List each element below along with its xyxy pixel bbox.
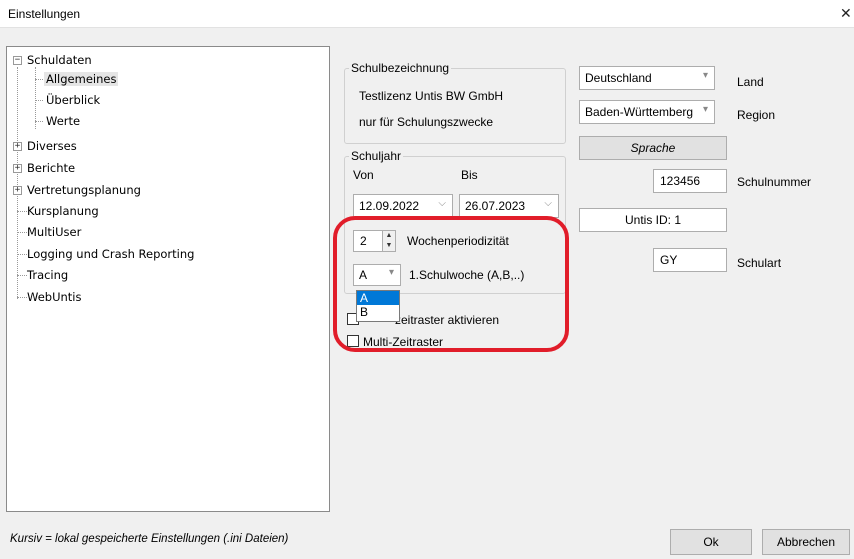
collapse-icon[interactable]: −: [13, 56, 22, 65]
tree-item-webuntis[interactable]: WebUntis: [27, 290, 81, 304]
tree-item-diverses[interactable]: Diverses: [27, 139, 77, 153]
tree-item-allgemeines[interactable]: Allgemeines: [44, 72, 119, 86]
tree-item-werte[interactable]: Werte: [46, 114, 80, 128]
land-value: Deutschland: [585, 71, 652, 85]
land-label: Land: [737, 75, 764, 89]
tree-line: [35, 67, 36, 129]
school-name-line2: nur für Schulungszwecke: [359, 115, 494, 129]
schuljahr-legend: Schuljahr: [349, 149, 404, 163]
expand-icon[interactable]: +: [13, 186, 22, 195]
status-bar: Kursiv = lokal gespeicherte Einstellunge…: [0, 527, 854, 559]
von-value: 12.09.2022: [359, 199, 420, 213]
expand-icon[interactable]: +: [13, 142, 22, 151]
sprache-button[interactable]: Sprache: [579, 136, 727, 160]
tree-line: [17, 67, 18, 299]
bis-label: Bis: [461, 168, 478, 182]
chevron-down-icon: ⌵: [438, 198, 446, 209]
untis-id-button[interactable]: Untis ID: 1: [579, 208, 727, 232]
schulbezeichnung-group: [344, 68, 566, 144]
schulart-field[interactable]: GY: [653, 248, 727, 272]
cancel-button[interactable]: Abbrechen: [762, 529, 850, 555]
highlight-annotation: [333, 216, 569, 352]
tree-item-kursplanung[interactable]: Kursplanung: [27, 204, 99, 218]
tree-line: [35, 121, 43, 122]
close-icon[interactable]: ✕: [840, 5, 852, 22]
settings-tree[interactable]: − Schuldaten Allgemeines Überblick Werte…: [6, 46, 330, 512]
tree-item-logging[interactable]: Logging und Crash Reporting: [27, 247, 194, 261]
region-value: Baden-Württemberg: [585, 105, 694, 119]
school-name-line1: Testlizenz Untis BW GmbH: [359, 89, 504, 103]
status-text: Kursiv = lokal gespeicherte Einstellunge…: [10, 533, 289, 545]
settings-panel: Schulbezeichnung Testlizenz Untis BW Gmb…: [333, 46, 854, 512]
tree-line: [17, 232, 27, 233]
land-combobox[interactable]: Deutschland ▾: [579, 66, 715, 90]
expand-icon[interactable]: +: [13, 164, 22, 173]
schulnummer-field[interactable]: 123456: [653, 169, 727, 193]
window-title: Einstellungen: [8, 7, 81, 21]
von-label: Von: [353, 168, 374, 182]
tree-item-vertretungsplanung[interactable]: Vertretungsplanung: [27, 183, 141, 197]
bis-value: 26.07.2023: [465, 199, 526, 213]
tree-item-schuldaten[interactable]: Schuldaten: [27, 53, 92, 67]
tree-line: [17, 297, 27, 298]
schulnummer-label: Schulnummer: [737, 175, 812, 189]
tree-line: [17, 275, 27, 276]
region-combobox[interactable]: Baden-Württemberg ▾: [579, 100, 715, 124]
tree-line: [35, 100, 43, 101]
tree-line: [17, 211, 27, 212]
schulbezeichnung-legend: Schulbezeichnung: [349, 61, 452, 75]
chevron-down-icon: ▾: [702, 104, 708, 115]
tree-item-multiuser[interactable]: MultiUser: [27, 225, 81, 239]
chevron-down-icon: ⌵: [544, 198, 552, 209]
schulart-label: Schulart: [737, 256, 782, 270]
chevron-down-icon: ▾: [702, 70, 708, 81]
tree-line: [35, 79, 43, 80]
region-label: Region: [737, 108, 776, 122]
von-date-picker[interactable]: 12.09.2022 ⌵: [353, 194, 453, 218]
tree-item-ueberblick[interactable]: Überblick: [46, 93, 100, 107]
tree-item-tracing[interactable]: Tracing: [27, 268, 68, 282]
tree-item-berichte[interactable]: Berichte: [27, 161, 75, 175]
ok-button[interactable]: Ok: [670, 529, 752, 555]
bis-date-picker[interactable]: 26.07.2023 ⌵: [459, 194, 559, 218]
tree-line: [17, 254, 27, 255]
title-bar: Einstellungen ✕: [0, 0, 854, 28]
